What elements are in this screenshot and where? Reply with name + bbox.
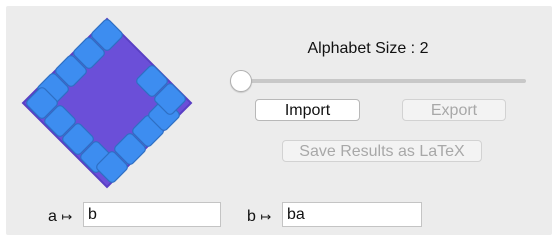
alphabet-size-slider-track[interactable]: [235, 79, 526, 83]
alphabet-size-caption: Alphabet Size :: [307, 40, 416, 57]
alphabet-size-slider-knob[interactable]: [230, 70, 252, 92]
mapping-a-label: a ↦: [48, 208, 72, 226]
app-window: Alphabet Size : 2 Import Export Save Res…: [6, 6, 552, 235]
mapping-b-symbol: b: [247, 208, 256, 225]
maps-to-icon: ↦: [260, 209, 272, 224]
save-latex-button[interactable]: Save Results as LaTeX: [282, 140, 482, 162]
mapping-a-symbol: a: [48, 208, 57, 225]
export-button[interactable]: Export: [402, 99, 506, 121]
mapping-b-label: b ↦: [247, 208, 271, 226]
alphabet-size-value: 2: [419, 40, 429, 57]
maps-to-icon: ↦: [61, 209, 73, 224]
mapping-b-input[interactable]: [282, 202, 422, 227]
app-logo-icon: [21, 17, 193, 189]
mapping-a-input[interactable]: [83, 202, 221, 227]
import-button[interactable]: Import: [255, 99, 360, 121]
alphabet-size-label: Alphabet Size : 2: [258, 40, 478, 58]
